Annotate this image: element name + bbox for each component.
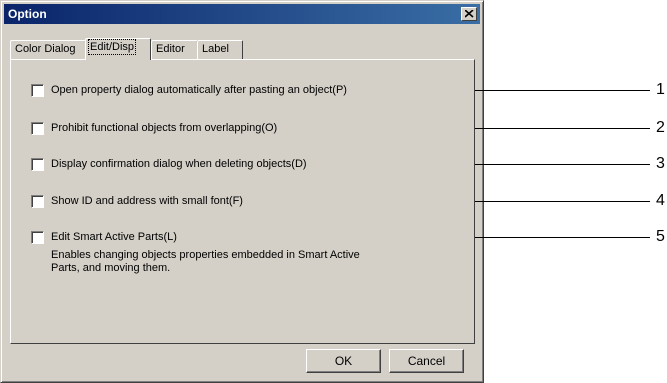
- tab-color-dialog[interactable]: Color Dialog: [10, 40, 86, 59]
- cancel-button[interactable]: Cancel: [389, 349, 464, 373]
- option-label: Edit Smart Active Parts(L): [51, 231, 177, 243]
- option-label: Prohibit functional objects from overlap…: [51, 122, 278, 134]
- checkbox[interactable]: [31, 84, 44, 97]
- title-bar[interactable]: Option: [4, 4, 480, 24]
- checkbox[interactable]: [31, 231, 44, 244]
- option-label: Show ID and address with small font(F): [51, 195, 243, 207]
- callout-number-3: 3: [656, 155, 665, 172]
- checkbox[interactable]: [31, 122, 44, 135]
- close-icon: [465, 10, 474, 18]
- close-button[interactable]: [461, 7, 477, 21]
- tab-label[interactable]: Label: [197, 40, 243, 59]
- callout-number-2: 2: [656, 119, 665, 136]
- smart-active-parts-description: Enables changing objects properties embe…: [51, 249, 360, 274]
- callout-number-4: 4: [656, 192, 665, 209]
- tab-editor[interactable]: Editor: [151, 40, 198, 59]
- callout-number-5: 5: [656, 228, 665, 245]
- ok-button[interactable]: OK: [306, 349, 381, 373]
- callout-number-1: 1: [656, 81, 665, 98]
- checkbox[interactable]: [31, 195, 44, 208]
- checkbox[interactable]: [31, 158, 44, 171]
- option-dialog: Option Color Dialog Edit/Disp Editor Lab…: [0, 0, 484, 383]
- window-title: Option: [8, 7, 47, 21]
- tab-edit-disp[interactable]: Edit/Disp: [85, 38, 151, 60]
- option-label: Display confirmation dialog when deletin…: [51, 158, 307, 170]
- option-label: Open property dialog automatically after…: [51, 84, 347, 96]
